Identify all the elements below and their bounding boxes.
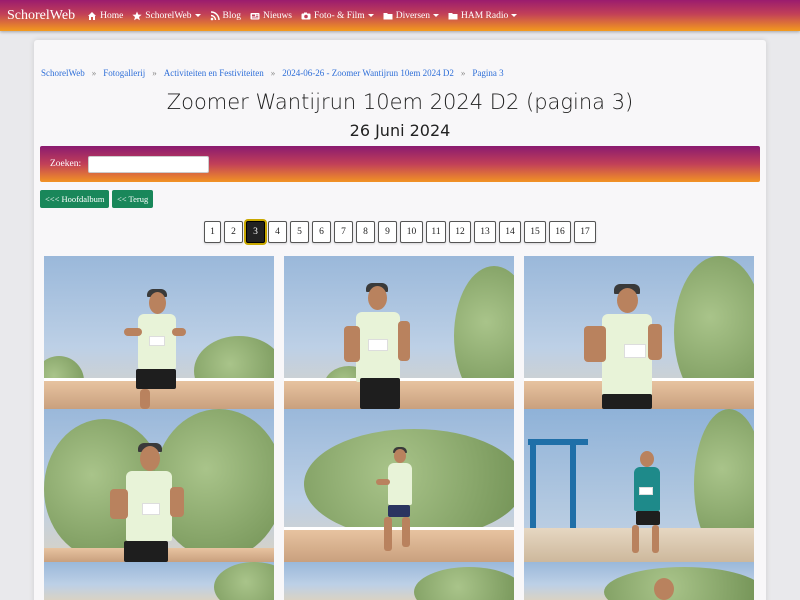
page-title: Zoomer Wantijrun 10em 2024 D2 (pagina 3) <box>166 90 634 114</box>
page-link[interactable]: 6 <box>312 221 331 243</box>
chevron-down-icon <box>194 14 201 17</box>
page-link[interactable]: 5 <box>290 221 309 243</box>
page-link[interactable]: 7 <box>334 221 353 243</box>
gallery-photo[interactable] <box>44 256 274 409</box>
nav-foto-film-label: Foto- & Film <box>314 10 365 21</box>
rss-icon <box>210 10 220 20</box>
breadcrumb-item[interactable]: 2024-06-26 - Zoomer Wantijrun 10em 2024 … <box>282 68 454 78</box>
camera-icon <box>301 12 311 19</box>
nav-home-label: Home <box>100 10 124 21</box>
nav-ham-radio[interactable]: HAM Radio <box>448 10 518 21</box>
gallery-photo[interactable] <box>524 256 754 409</box>
page-link[interactable]: 8 <box>356 221 375 243</box>
gallery-photo[interactable] <box>284 562 514 600</box>
breadcrumb-separator: » <box>152 68 157 78</box>
page-link[interactable]: 9 <box>378 221 397 243</box>
page-link[interactable]: 17 <box>574 221 596 243</box>
nav-diversen-label: Diversen <box>395 10 430 21</box>
gallery-photo[interactable] <box>44 409 274 562</box>
nav-home[interactable]: Home <box>87 11 123 21</box>
home-icon <box>88 11 97 20</box>
breadcrumb-separator: » <box>91 68 97 78</box>
gallery-photo[interactable] <box>44 562 274 600</box>
page-link[interactable]: 11 <box>426 221 446 243</box>
nav-blog[interactable]: Blog <box>210 11 241 21</box>
breadcrumb-item[interactable]: Pagina 3 <box>472 68 503 78</box>
nav-nieuws[interactable]: Nieuws <box>250 11 292 21</box>
newspaper-icon <box>250 12 260 19</box>
pagination: 1 2 3 4 5 6 7 8 9 10 11 12 13 14 15 16 1… <box>204 221 599 243</box>
nav-schorelweb-label: SchorelWeb <box>145 10 192 21</box>
folder-icon <box>383 12 393 19</box>
page-link-active[interactable]: 3 <box>246 221 265 243</box>
chevron-down-icon <box>433 14 439 17</box>
page-link[interactable]: 4 <box>268 221 287 243</box>
gallery-photo[interactable] <box>524 409 754 562</box>
nav-nieuws-label: Nieuws <box>262 10 293 21</box>
page-link[interactable]: 13 <box>474 221 496 243</box>
page-link[interactable]: 15 <box>524 221 546 243</box>
breadcrumb: SchorelWeb » Fotogallerij » Activiteiten… <box>41 68 504 78</box>
page-subtitle: 26 Juni 2024 <box>349 121 451 140</box>
breadcrumb-item[interactable]: Fotogallerij <box>103 68 145 78</box>
nav-foto-film[interactable]: Foto- & Film <box>301 11 374 21</box>
brand-logo[interactable]: SchorelWeb <box>7 8 75 24</box>
back-button[interactable]: << Terug <box>112 190 154 208</box>
nav-ham-radio-label: HAM Radio <box>461 10 509 21</box>
breadcrumb-item[interactable]: SchorelWeb <box>41 68 85 78</box>
breadcrumb-separator: » <box>270 68 276 78</box>
page-link[interactable]: 10 <box>400 221 423 243</box>
chevron-down-icon <box>511 14 518 17</box>
nav-blog-label: Blog <box>222 10 241 21</box>
page-link[interactable]: 16 <box>549 221 571 243</box>
folder-icon <box>448 12 458 19</box>
search-input[interactable] <box>88 155 210 173</box>
search-bar: Zoeken: <box>40 146 760 182</box>
breadcrumb-item[interactable]: Activiteiten en Festiviteiten <box>164 68 264 78</box>
page-link[interactable]: 1 <box>204 221 221 243</box>
top-navbar: SchorelWeb Home SchorelWeb Blog Nieuws F… <box>0 0 800 31</box>
nav-diversen[interactable]: Diversen <box>383 11 439 21</box>
gallery-photo[interactable] <box>524 562 754 600</box>
nav-schorelweb[interactable]: SchorelWeb <box>132 10 201 21</box>
search-label: Zoeken: <box>50 159 82 169</box>
star-icon <box>132 11 142 20</box>
page-link[interactable]: 12 <box>449 221 471 243</box>
main-album-button[interactable]: <<< Hoofdalbum <box>40 190 110 208</box>
page-link[interactable]: 2 <box>224 221 243 243</box>
page-link[interactable]: 14 <box>499 221 521 243</box>
breadcrumb-separator: » <box>460 68 466 78</box>
gallery-photo[interactable] <box>284 409 514 562</box>
chevron-down-icon <box>367 14 374 17</box>
gallery-photo[interactable] <box>284 256 514 409</box>
